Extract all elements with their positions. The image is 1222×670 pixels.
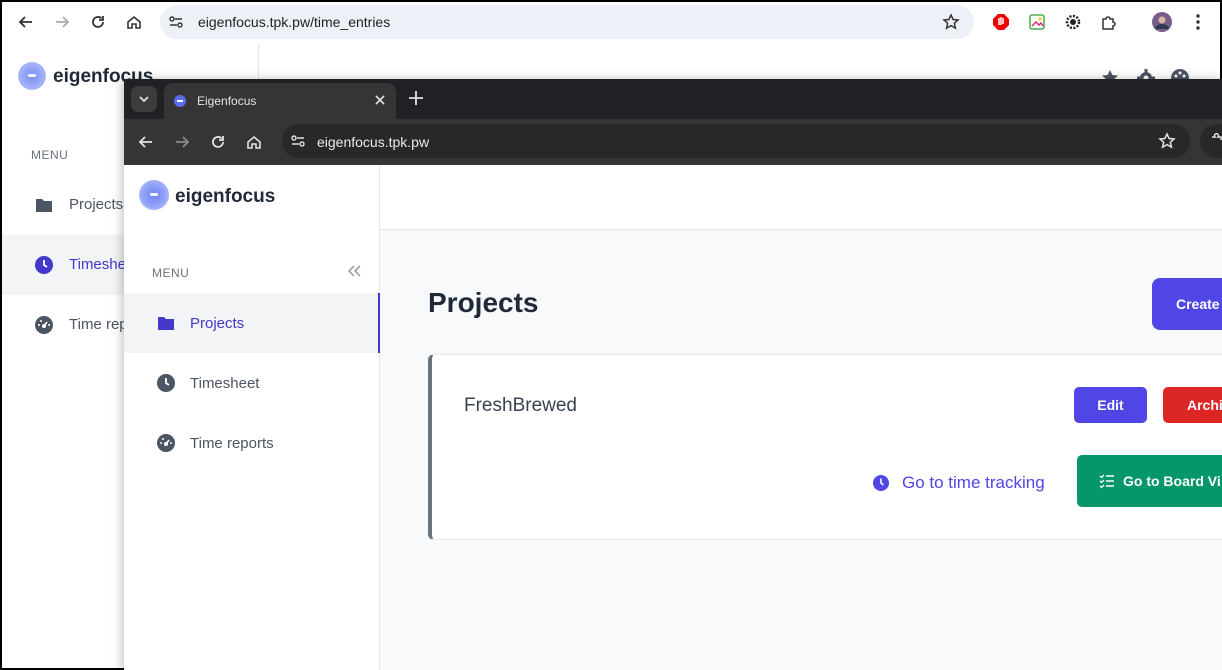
reload-icon[interactable] bbox=[86, 10, 110, 34]
bookmark-star-icon[interactable] bbox=[942, 13, 960, 36]
clock-icon bbox=[872, 474, 890, 492]
checklist-icon bbox=[1099, 473, 1115, 489]
menu-label: MENU bbox=[152, 266, 190, 280]
tab-eigenfocus[interactable]: Eigenfocus bbox=[164, 83, 396, 119]
back-arrow-icon[interactable] bbox=[136, 132, 156, 152]
sidebar-item-timesheet[interactable]: Timesheet bbox=[124, 353, 380, 413]
front-browser-window: Eigenfocus eigenfocus.tpk.pw eigenfocus … bbox=[124, 79, 1222, 670]
new-tab-plus-icon[interactable] bbox=[407, 89, 425, 107]
project-name: FreshBrewed bbox=[464, 395, 577, 416]
address-bar[interactable]: eigenfocus.tpk.pw/time_entries bbox=[160, 5, 974, 39]
home-icon[interactable] bbox=[244, 132, 264, 152]
time-tracking-label[interactable]: Go to time tracking bbox=[902, 473, 1045, 493]
edit-button[interactable]: Edit bbox=[1074, 387, 1147, 423]
app-page: eigenfocus MENU Projects Timesheet Time … bbox=[124, 165, 1222, 670]
create-project-button[interactable]: Create bbox=[1152, 278, 1222, 330]
board-view-button[interactable]: Go to Board Vi bbox=[1077, 455, 1222, 507]
project-card: FreshBrewed Edit Archi Go to time tracki… bbox=[428, 354, 1222, 540]
kebab-menu-icon[interactable] bbox=[1188, 12, 1208, 32]
time-tracking-link[interactable]: Go to time tracking bbox=[872, 471, 1045, 495]
board-view-label: Go to Board Vi bbox=[1123, 473, 1221, 489]
address-bar[interactable]: eigenfocus.tpk.pw bbox=[282, 124, 1190, 158]
dashboard-icon bbox=[156, 433, 176, 453]
avatar[interactable] bbox=[1152, 12, 1172, 32]
menu-label: MENU bbox=[31, 148, 69, 162]
collapse-chevrons-icon[interactable] bbox=[346, 263, 362, 279]
tab-title: Eigenfocus bbox=[197, 94, 257, 108]
sun-extension-icon[interactable] bbox=[1063, 12, 1083, 32]
sidebar: eigenfocus MENU Projects Timesheet Time … bbox=[124, 165, 380, 670]
front-browser-toolbar: eigenfocus.tpk.pw bbox=[124, 119, 1222, 165]
sidebar-item-label: Projects bbox=[69, 196, 124, 213]
sidebar-item-label: Time reports bbox=[190, 435, 274, 452]
sidebar-item-projects[interactable]: Projects bbox=[124, 293, 380, 353]
tab-search-chevron-icon[interactable] bbox=[131, 86, 157, 112]
favicon-icon bbox=[174, 95, 186, 107]
clock-icon bbox=[156, 373, 176, 393]
home-icon[interactable] bbox=[122, 10, 146, 34]
top-header bbox=[380, 165, 1222, 230]
close-icon[interactable] bbox=[372, 92, 388, 108]
adblock-extension-icon[interactable] bbox=[991, 12, 1011, 32]
dashboard-icon bbox=[34, 315, 54, 335]
address-bar-url[interactable]: eigenfocus.tpk.pw/time_entries bbox=[198, 14, 390, 30]
site-info-icon[interactable] bbox=[168, 14, 184, 30]
extension-icon[interactable] bbox=[1200, 124, 1222, 158]
sidebar-item-label: Timesheet bbox=[190, 375, 260, 392]
tab-strip: Eigenfocus bbox=[124, 79, 1222, 119]
folder-icon bbox=[34, 195, 54, 215]
folder-icon bbox=[156, 313, 176, 333]
archive-button[interactable]: Archi bbox=[1163, 387, 1222, 423]
sidebar-item-time-reports[interactable]: Time reports bbox=[124, 413, 380, 473]
site-info-icon[interactable] bbox=[290, 133, 306, 149]
back-browser-toolbar: eigenfocus.tpk.pw/time_entries bbox=[2, 2, 1220, 42]
address-bar-url[interactable]: eigenfocus.tpk.pw bbox=[317, 134, 429, 150]
puzzle-extensions-icon[interactable] bbox=[1099, 12, 1119, 32]
clock-icon bbox=[34, 255, 54, 275]
sidebar-item-label: Projects bbox=[190, 315, 245, 332]
bookmark-star-icon[interactable] bbox=[1158, 132, 1176, 155]
logo-icon[interactable] bbox=[139, 180, 169, 210]
reload-icon[interactable] bbox=[208, 132, 228, 152]
back-arrow-icon[interactable] bbox=[14, 10, 38, 34]
brand-name[interactable]: eigenfocus bbox=[175, 186, 275, 208]
image-extension-icon[interactable] bbox=[1027, 12, 1047, 32]
logo-icon bbox=[18, 62, 46, 90]
forward-arrow-icon[interactable] bbox=[172, 132, 192, 152]
forward-arrow-icon[interactable] bbox=[50, 10, 74, 34]
page-title: Projects bbox=[428, 287, 539, 318]
